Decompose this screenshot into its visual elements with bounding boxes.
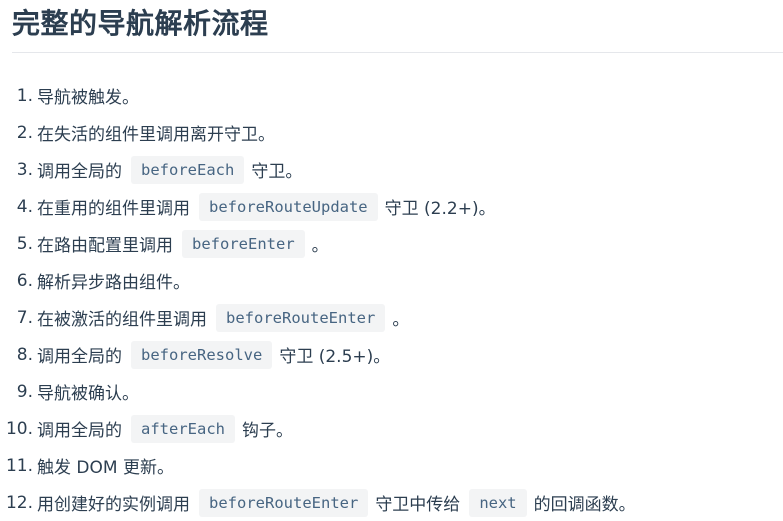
step-text: 调用全局的 (37, 421, 122, 441)
step-number: 5. (16, 233, 33, 254)
list-item: 6. 解析异步路由组件。 (0, 262, 636, 299)
title-divider (12, 52, 783, 53)
list-item: 3. 调用全局的 beforeEach 守卫。 (0, 151, 636, 188)
step-text-suffix: 守卫。 (251, 162, 303, 182)
list-item: 11. 触发 DOM 更新。 (0, 447, 636, 484)
list-item: 1. 导航被触发。 (0, 77, 636, 114)
list-item: 7. 在被激活的组件里调用 beforeRouteEnter 。 (0, 299, 636, 336)
step-number: 8. (16, 344, 33, 365)
step-text-suffix: 守卫中传给 (375, 495, 461, 515)
step-text: 调用全局的 (37, 162, 122, 182)
inline-code: beforeRouteUpdate (199, 192, 378, 221)
step-number: 1. (16, 85, 33, 106)
list-item: 5. 在路由配置里调用 beforeEnter 。 (0, 225, 636, 262)
step-text: 解析异步路由组件。 (37, 273, 190, 293)
inline-code: beforeResolve (131, 340, 273, 369)
inline-code: beforeRouteEnter (216, 303, 386, 332)
step-number: 4. (16, 196, 33, 217)
step-text-suffix: 的回调函数。 (533, 495, 636, 515)
step-text-suffix: 守卫 (2.2+)。 (384, 199, 496, 219)
step-text: 在路由配置里调用 (37, 236, 173, 256)
list-item: 9. 导航被确认。 (0, 373, 636, 410)
step-number: 9. (16, 381, 33, 402)
step-number: 2. (16, 122, 33, 143)
step-text: 导航被触发。 (37, 88, 139, 108)
step-text: 用创建好的实例调用 (37, 495, 190, 515)
inline-code: beforeEnter (182, 229, 305, 258)
inline-code: beforeEach (131, 155, 245, 184)
step-text: 触发 DOM 更新。 (37, 458, 174, 478)
step-text-suffix: 守卫 (2.5+)。 (279, 347, 391, 367)
list-item: 8. 调用全局的 beforeResolve 守卫 (2.5+)。 (0, 336, 636, 373)
list-item: 4. 在重用的组件里调用 beforeRouteUpdate 守卫 (2.2+)… (0, 188, 636, 225)
inline-code: beforeRouteEnter (199, 488, 369, 517)
step-number: 10. (5, 418, 33, 439)
step-number: 7. (16, 307, 33, 328)
navigation-steps-list: 1. 导航被触发。 2. 在失活的组件里调用离开守卫。 3. 调用全局的 bef… (0, 77, 636, 521)
inline-code: afterEach (131, 414, 235, 443)
list-item: 12. 用创建好的实例调用 beforeRouteEnter 守卫中传给 nex… (0, 484, 636, 521)
step-number: 11. (5, 455, 33, 476)
step-text: 在失活的组件里调用离开守卫。 (37, 125, 275, 145)
step-number: 12. (5, 492, 33, 513)
step-text: 调用全局的 (37, 347, 122, 367)
step-text-suffix: 。 (392, 310, 410, 330)
list-item: 2. 在失活的组件里调用离开守卫。 (0, 114, 636, 151)
step-text: 在重用的组件里调用 (37, 199, 190, 219)
step-number: 3. (16, 159, 33, 180)
page-title: 完整的导航解析流程 (12, 7, 269, 40)
step-number: 6. (16, 270, 33, 291)
step-text-suffix: 钩子。 (242, 421, 293, 441)
step-text-suffix: 。 (311, 236, 329, 256)
list-item: 10. 调用全局的 afterEach 钩子。 (0, 410, 636, 447)
step-text: 在被激活的组件里调用 (37, 310, 207, 330)
inline-code: next (469, 488, 527, 517)
step-text: 导航被确认。 (37, 384, 139, 404)
